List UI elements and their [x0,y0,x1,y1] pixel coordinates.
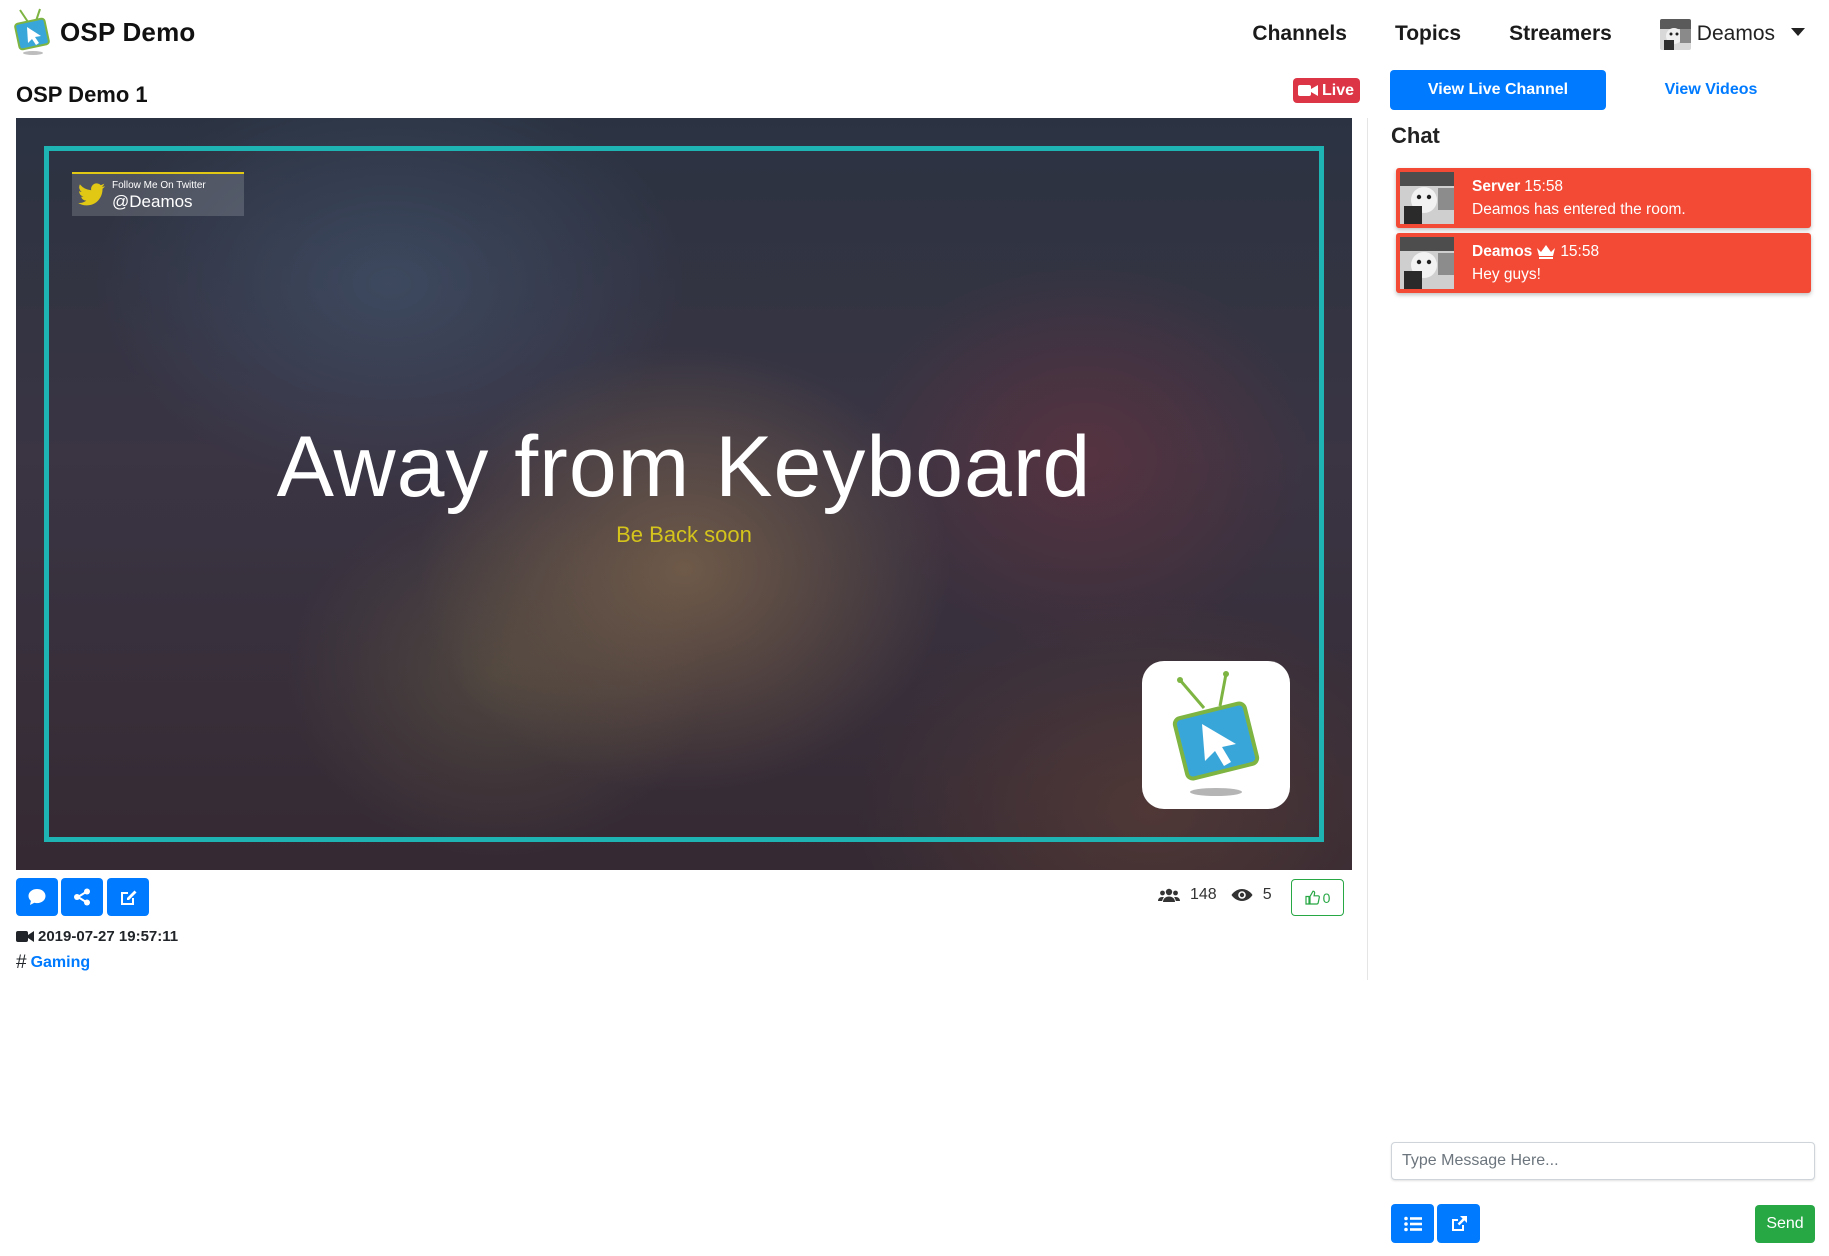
thumbs-up-icon [1304,890,1320,905]
view-live-channel-button[interactable]: View Live Channel [1390,70,1606,110]
chevron-down-icon [1791,28,1805,36]
user-avatar [1659,18,1691,50]
twitter-handle: @Deamos [112,191,193,211]
chat-user-list-button[interactable] [1391,1204,1434,1243]
chat-username[interactable]: Server [1472,175,1520,198]
chat-message-header: Server 15:58 [1472,175,1686,198]
overlay-subline: Be Back soon [616,522,752,547]
video-player[interactable]: Follow Me On Twitter @Deamos Away from K… [16,118,1352,870]
chat-time: 15:58 [1560,242,1600,260]
live-badge: Live [1293,78,1361,103]
crown-icon [1537,244,1556,259]
overlay-headline: Away from Keyboard [276,419,1092,515]
users-icon [1158,888,1180,902]
brand-link[interactable]: OSP Demo [14,8,196,56]
edit-button[interactable] [107,878,149,916]
twitter-overlay: Follow Me On Twitter @Deamos [72,172,244,216]
chat-title: Chat [1391,123,1440,148]
live-label: Live [1322,81,1355,99]
chat-text: Deamos has entered the room. [1472,201,1686,218]
avatar [1400,172,1454,224]
toggle-chat-button[interactable] [16,878,58,916]
twitter-caption: Follow Me On Twitter [112,179,206,191]
viewer-count: 148 [1190,886,1217,903]
comment-icon [28,889,46,905]
video-camera-icon [16,931,34,942]
chat-text: Hey guys! [1472,266,1541,283]
chat-message-body: Deamos 15:58 Hey guys! [1472,240,1599,287]
brand-title: OSP Demo [60,16,196,47]
user-menu-dropdown[interactable]: Deamos [1659,18,1805,50]
chat-username[interactable]: Deamos [1472,240,1532,263]
chat-message: Server 15:58 Deamos has entered the room… [1396,168,1811,228]
start-time-value: 2019-07-27 19:57:11 [38,928,179,945]
nav-streamers[interactable]: Streamers [1509,22,1612,46]
send-button[interactable]: Send [1755,1205,1815,1243]
top-navbar: OSP Demo Channels Topics Streamers Deamo… [0,0,1829,66]
share-icon [74,888,90,906]
stream-start-time: 2019-07-27 19:57:11 [16,928,178,945]
avatar [1400,237,1454,289]
chat-popout-button[interactable] [1437,1204,1480,1243]
chat-message-input[interactable] [1391,1142,1815,1180]
video-camera-icon [1298,85,1318,96]
stream-stats: 148 5 [1158,886,1286,904]
eye-icon [1231,889,1253,901]
osp-tv-logo-icon [1172,671,1260,796]
chat-message-header: Deamos 15:58 [1472,240,1599,263]
nav-channels[interactable]: Channels [1252,22,1347,46]
twitter-text: Follow Me On Twitter @Deamos [112,179,206,211]
chat-message-body: Server 15:58 Deamos has entered the room… [1472,175,1686,222]
osp-watermark [1142,661,1290,809]
view-count: 5 [1262,886,1272,903]
chat-message: Deamos 15:58 Hey guys! [1396,233,1811,293]
chat-time: 15:58 [1524,177,1564,195]
topic-link[interactable]: Gaming [31,954,91,972]
stream-topic: # Gaming [16,952,90,974]
column-divider [1367,118,1368,980]
stream-title: OSP Demo 1 [16,82,148,107]
external-link-icon [1451,1215,1467,1231]
osp-tv-logo-icon [14,8,50,55]
like-button[interactable]: 0 [1291,879,1344,916]
hashtag-icon: # [16,952,27,973]
share-button[interactable] [61,878,103,916]
nav-topics[interactable]: Topics [1395,22,1461,46]
like-count: 0 [1322,889,1331,906]
list-icon [1403,1216,1422,1231]
edit-icon [121,890,137,905]
view-videos-link[interactable]: View Videos [1636,70,1786,110]
twitter-bird-icon [78,183,105,206]
nav-links: Channels Topics Streamers Deamos [1204,14,1805,54]
user-name: Deamos [1696,22,1775,45]
